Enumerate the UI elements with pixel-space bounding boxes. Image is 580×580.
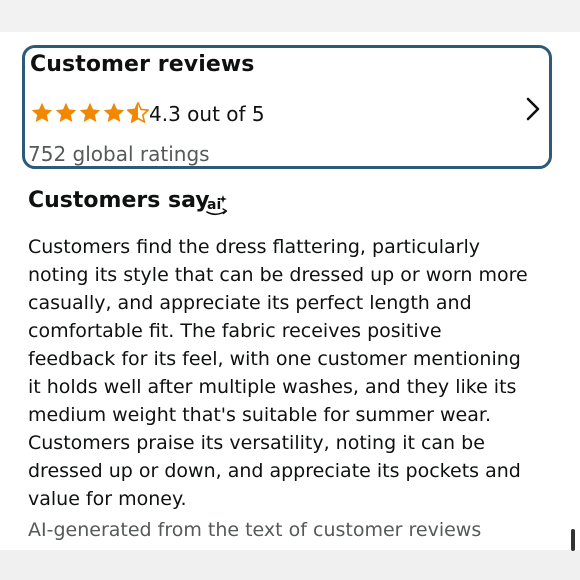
- customers-say-heading: Customers say: [28, 188, 210, 213]
- ai-review-summary: Customers find the dress flattering, par…: [28, 236, 528, 510]
- bottom-background: [0, 550, 580, 580]
- half-star-icon: [127, 102, 149, 123]
- chevron-right-icon[interactable]: [523, 96, 543, 122]
- star-icon: [31, 102, 53, 123]
- customer-reviews-card[interactable]: Customer reviews 4.3 out of 5 752 global…: [22, 45, 552, 169]
- top-background: [0, 0, 580, 32]
- star-icon: [55, 102, 77, 123]
- ai-generated-note: AI-generated from the text of customer r…: [28, 519, 482, 541]
- svg-text:ai: ai: [207, 197, 221, 213]
- ai-icon: ai: [206, 195, 228, 216]
- star-rating: [30, 101, 150, 125]
- star-icon: [79, 102, 101, 123]
- global-ratings-count: 752 global ratings: [28, 142, 210, 166]
- star-icon: [103, 102, 125, 123]
- rating-text: 4.3 out of 5: [149, 102, 265, 126]
- scrollbar[interactable]: [571, 529, 575, 551]
- customer-reviews-title: Customer reviews: [30, 52, 255, 77]
